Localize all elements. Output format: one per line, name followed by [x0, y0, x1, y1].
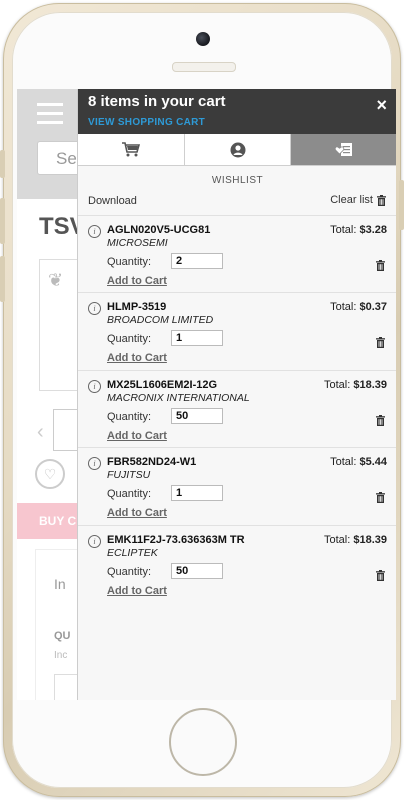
carousel-prev-icon[interactable]: ‹ — [37, 421, 44, 444]
close-button[interactable]: × — [376, 95, 387, 116]
leaf-icon: ❦ — [48, 270, 64, 290]
power-button — [399, 180, 404, 230]
wishlist-items: i AGLN020V5-UCG81 MICROSEMI Total: $3.28… — [78, 215, 396, 602]
field-label: QU — [54, 630, 71, 642]
clear-list-button[interactable]: Clear list — [330, 194, 386, 206]
wishlist-item: i EMK11F2J-73.636363M TR ECLIPTEK Total:… — [78, 524, 396, 602]
item-total: Total: $18.39 — [324, 534, 387, 546]
quantity-input[interactable] — [171, 407, 223, 424]
total-value: $5.44 — [359, 456, 387, 469]
earpiece-speaker — [172, 62, 236, 72]
manufacturer: ECLIPTEK — [107, 546, 158, 559]
trash-icon[interactable] — [376, 492, 385, 504]
menu-icon[interactable] — [37, 103, 63, 130]
user-icon — [230, 142, 245, 157]
tab-cart[interactable] — [78, 134, 185, 165]
total-label: Total: — [323, 533, 351, 546]
front-camera — [196, 32, 210, 46]
volume-up-button — [0, 198, 5, 244]
add-to-cart-link[interactable]: Add to Cart — [107, 585, 167, 597]
home-button[interactable] — [169, 708, 237, 776]
product-info-section: In QU Inc — [35, 549, 86, 700]
part-number[interactable]: MX25L1606EM2I-12G — [107, 379, 217, 391]
product-image-card: ❦ — [39, 259, 81, 391]
total-label: Total: — [330, 456, 357, 469]
trash-icon[interactable] — [376, 414, 385, 426]
add-to-cart-link[interactable]: Add to Cart — [107, 275, 167, 287]
info-icon[interactable]: i — [88, 225, 101, 238]
mute-switch — [0, 150, 5, 178]
tab-wishlist[interactable] — [291, 134, 396, 165]
wishlist-icon — [335, 143, 353, 156]
quantity-input[interactable] — [171, 485, 223, 502]
buy-button[interactable]: BUY C — [17, 503, 77, 539]
trash-icon[interactable] — [376, 569, 385, 581]
section-title: In — [54, 576, 66, 592]
info-icon[interactable]: i — [88, 457, 101, 471]
quantity-label: Quantity: — [107, 565, 152, 578]
info-icon[interactable]: i — [88, 302, 101, 316]
quantity-input[interactable] — [171, 253, 223, 269]
trash-icon[interactable] — [376, 337, 385, 349]
total-value: $0.37 — [359, 301, 387, 314]
part-number[interactable]: AGLN020V5-UCG81 — [107, 224, 210, 236]
wishlist-item: i FBR582ND24-W1 FUJITSU Total: $5.44 Qua… — [78, 447, 396, 524]
quantity-input[interactable] — [171, 562, 223, 579]
item-total: Total: $3.28 — [330, 224, 387, 236]
quantity-input[interactable] — [171, 330, 223, 347]
manufacturer: FUJITSU — [107, 469, 151, 482]
view-shopping-cart-link[interactable]: VIEW SHOPPING CART — [88, 117, 205, 128]
quantity-label: Quantity: — [107, 333, 152, 346]
cart-icon — [121, 142, 140, 157]
trash-icon[interactable] — [376, 260, 385, 271]
clear-list-label: Clear list — [330, 194, 373, 206]
volume-down-button — [0, 256, 5, 302]
total-label: Total: — [330, 224, 357, 236]
item-total: Total: $5.44 — [330, 456, 387, 468]
cart-tabs — [78, 134, 396, 166]
phone-screen: Se TSV ❦ ‹ ♡ BUY C In QU Inc 8 items in … — [17, 89, 396, 700]
total-value: $18.39 — [353, 378, 387, 391]
total-label: Total: — [323, 378, 351, 391]
add-to-cart-link[interactable]: Add to Cart — [107, 352, 167, 364]
item-total: Total: $0.37 — [330, 301, 387, 313]
info-icon[interactable]: i — [88, 534, 101, 548]
item-total: Total: $18.39 — [324, 379, 387, 391]
field-hint: Inc — [54, 650, 68, 661]
tab-account[interactable] — [184, 134, 292, 165]
wishlist-item: i AGLN020V5-UCG81 MICROSEMI Total: $3.28… — [78, 215, 396, 292]
part-number[interactable]: EMK11F2J-73.636363M TR — [107, 534, 245, 546]
quantity-label: Quantity: — [107, 410, 152, 423]
wishlist-item: i MX25L1606EM2I-12G MACRONIX INTERNATION… — [78, 369, 396, 447]
cart-panel: 8 items in your cart VIEW SHOPPING CART … — [77, 89, 396, 700]
manufacturer: MICROSEMI — [107, 237, 168, 249]
download-link[interactable]: Download — [88, 195, 137, 207]
cart-title: 8 items in your cart — [88, 93, 226, 110]
trash-icon — [377, 194, 386, 206]
part-number[interactable]: HLMP-3519 — [107, 301, 166, 313]
wishlist-item: i HLMP-3519 BROADCOM LIMITED Total: $0.3… — [78, 292, 396, 369]
manufacturer: MACRONIX INTERNATIONAL — [107, 391, 250, 404]
add-to-cart-link[interactable]: Add to Cart — [107, 430, 167, 442]
part-number[interactable]: FBR582ND24-W1 — [107, 456, 196, 468]
add-to-cart-link[interactable]: Add to Cart — [107, 507, 167, 519]
manufacturer: BROADCOM LIMITED — [107, 314, 214, 327]
quantity-label: Quantity: — [107, 488, 152, 501]
total-value: $3.28 — [359, 224, 387, 236]
quantity-label: Quantity: — [107, 256, 152, 268]
total-value: $18.39 — [353, 533, 387, 546]
info-icon[interactable]: i — [88, 379, 101, 393]
heart-icon[interactable]: ♡ — [35, 459, 65, 489]
total-label: Total: — [330, 301, 357, 314]
cart-header: 8 items in your cart VIEW SHOPPING CART … — [78, 89, 396, 134]
wishlist-heading: WISHLIST — [211, 175, 264, 186]
